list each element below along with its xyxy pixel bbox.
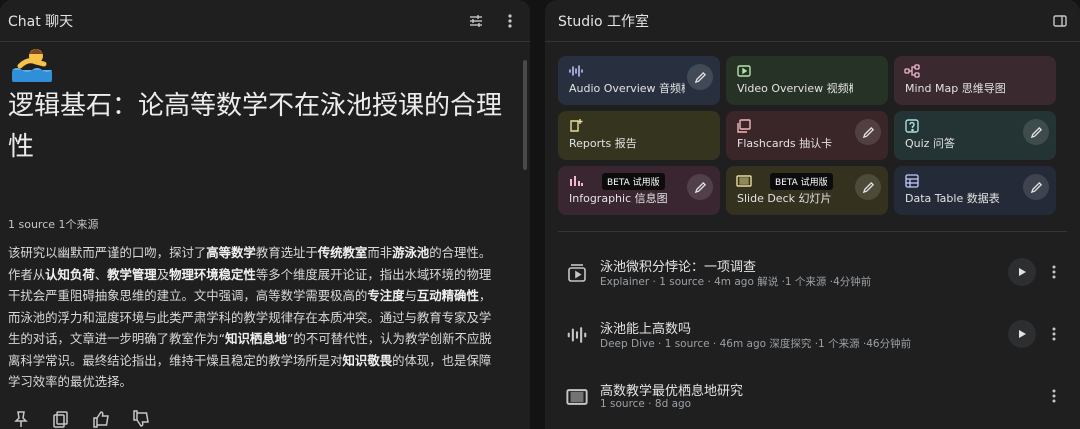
studio-tile-label: Flashcards 抽认卡 [737,137,833,150]
summary-bold-term: 认知负荷 [45,266,95,282]
audio-waveform-icon [566,324,588,346]
generated-item-meta: Explainer · 1 source · 4m ago 解说 ·1 个来源 … [600,276,872,288]
quiz-icon [904,118,920,134]
generated-item[interactable]: 高数教学最优栖息地研究 1 source · 8d ago [558,368,1068,429]
play-icon[interactable] [1008,258,1036,286]
beta-badge: BETA 试用版 [770,173,833,190]
studio-tile-label: Data Table 数据表 [905,192,1000,205]
explainer-video-icon [566,262,588,284]
swimmer-emoji-icon [10,44,54,84]
mind-map-icon [904,63,920,79]
more-vert-icon[interactable] [1044,323,1064,345]
summary-bold-term: 物理环境稳定性 [169,266,256,282]
chat-panel-title: Chat 聊天 [8,13,74,30]
studio-tile-label: Audio Overview 音频概述 [569,82,685,95]
more-vert-icon[interactable] [1044,261,1064,283]
generated-items-list: 泳池微积分悖论：一项调查 Explainer · 1 source · 4m ag… [558,244,1068,429]
generated-item-title: 高数教学最优栖息地研究 [600,384,744,399]
generated-item-meta: 1 source · 8d ago [600,398,692,410]
studio-panel: Studio 工作室 Audio Overview 音频概述 Video Over… [545,0,1080,429]
copy-icon[interactable] [52,410,70,428]
audio-waveform-icon [568,63,584,79]
studio-panel-title: Studio 工作室 [558,13,650,30]
edit-pencil-icon[interactable] [855,174,881,200]
summary-text: 教育选址于 [255,245,318,260]
source-count: 1 source 1个来源 [8,218,99,231]
studio-tile[interactable]: Mind Map 思维导图 [894,56,1056,105]
summary-bold-term: 传统教室 [317,245,368,260]
summary-text: 与 [404,288,417,303]
summary-bold-term: 教学管理 [107,266,157,282]
studio-tile[interactable]: Audio Overview 音频概述 [558,56,720,105]
studio-tile[interactable]: Video Overview 视频概述 [726,56,888,105]
studio-tile[interactable]: BETA 试用版 Infographic 信息图 [558,166,720,215]
flashcards-icon [736,118,752,134]
data-table-icon [904,173,920,189]
studio-tile[interactable]: BETA 试用版 Slide Deck 幻灯片 [726,166,888,215]
more-vert-icon[interactable] [1044,385,1064,407]
infographic-icon [568,173,584,189]
studio-tools-grid: Audio Overview 音频概述 Video Overview 视频概述 Mi… [558,56,1056,215]
divider [558,231,1067,232]
summary-text: 、 [94,266,108,282]
summary-bold-term: 互动精确性 [416,288,479,303]
more-vert-icon[interactable] [498,9,522,33]
studio-tile-label: Video Overview 视频概述 [737,82,853,95]
studio-tile-label: Reports 报告 [569,137,637,150]
summary-text: 该研究以幽默而严谨的口吻，探讨了 [8,245,207,260]
edit-pencil-icon[interactable] [1023,174,1049,200]
play-icon[interactable] [1008,320,1036,348]
generated-item-title: 泳池能上高数吗 [600,322,692,337]
generated-item[interactable]: 泳池微积分悖论：一项调查 Explainer · 1 source · 4m ag… [558,244,1068,306]
thumbs-down-icon[interactable] [132,410,150,428]
collapse-panel-icon[interactable] [1048,9,1072,33]
summary-bold-term: 知识栖息地 [225,331,288,346]
summary-text: 及 [156,266,170,282]
generated-item[interactable]: 泳池能上高数吗 Deep Dive · 1 source · 46m ago 深度… [558,306,1068,368]
studio-tile-label: Slide Deck 幻灯片 [737,192,832,205]
studio-tile-label: Mind Map 思维导图 [905,82,1006,95]
tune-settings-icon[interactable] [464,9,488,33]
feedback-actions [12,410,150,428]
generated-item-meta: Deep Dive · 1 source · 46m ago 深度探究 ·1 个… [600,338,912,350]
pin-icon[interactable] [12,410,30,428]
report-icon [568,118,584,134]
summary-bold-term: 知识敬畏 [342,352,393,368]
studio-tile-label: Quiz 问答 [905,137,955,150]
beta-badge: BETA 试用版 [602,173,665,190]
studio-tile[interactable]: Quiz 问答 [894,111,1056,160]
chat-scrollbar[interactable] [523,60,527,170]
note-summary: 该研究以幽默而严谨的口吻，探讨了高等数学教育选址于传统教室而非游泳池的合理性。作… [8,242,498,393]
summary-text: 而非 [367,245,393,260]
studio-tile[interactable]: Reports 报告 [558,111,720,160]
edit-pencil-icon[interactable] [687,64,713,90]
generated-item-title: 泳池微积分悖论：一项调查 [600,260,757,275]
summary-bold-term: 专注度 [367,288,405,303]
slide-deck-icon [566,386,588,408]
edit-pencil-icon[interactable] [1023,119,1049,145]
edit-pencil-icon[interactable] [687,174,713,200]
chat-panel: Chat 聊天 逻辑基石：论高等数学不在泳池授课的合理性 1 source 1个… [0,0,530,429]
note-title: 逻辑基石：论高等数学不在泳池授课的合理性 [8,91,503,162]
thumbs-up-icon[interactable] [92,410,110,428]
chat-header: Chat 聊天 [0,0,530,42]
slide-deck-icon [736,173,752,189]
studio-tile[interactable]: Flashcards 抽认卡 [726,111,888,160]
studio-tile-label: Infographic 信息图 [569,192,668,205]
studio-tile[interactable]: Data Table 数据表 [894,166,1056,215]
summary-bold-term: 高等数学 [206,245,256,260]
summary-bold-term: 游泳池 [392,245,430,260]
studio-header: Studio 工作室 [545,0,1080,42]
video-icon [736,63,752,79]
edit-pencil-icon[interactable] [855,119,881,145]
